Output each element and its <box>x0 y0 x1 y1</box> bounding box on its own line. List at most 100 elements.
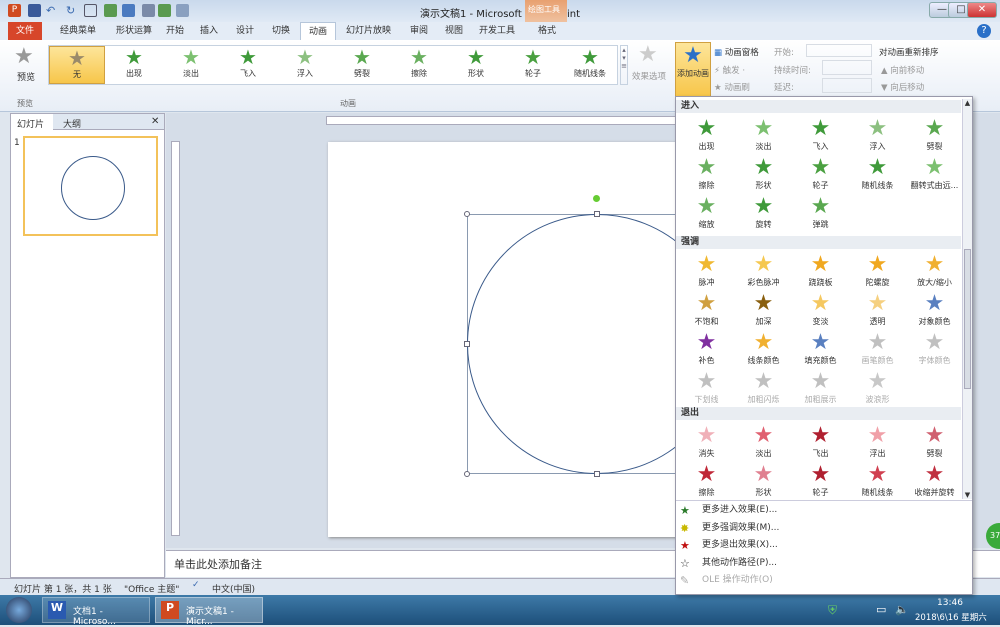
gallery-item[interactable]: ★ 飞入 <box>220 46 276 84</box>
effect-item[interactable]: ★ 淡出 <box>735 117 792 152</box>
clock-date[interactable]: 2018\6\16 星期六 <box>915 611 987 623</box>
tab-4[interactable]: 插入 <box>192 22 226 40</box>
effect-item[interactable]: ★ 填充颜色 <box>792 331 849 366</box>
close-panel-button[interactable]: ✕ <box>151 116 159 127</box>
menu-command[interactable]: ★ 更多退出效果(X)... <box>676 537 972 554</box>
menu-command[interactable]: ★ 更多进入效果(E)... <box>676 502 972 519</box>
tab-8[interactable]: 幻灯片放映 <box>338 22 399 40</box>
start-select[interactable] <box>806 44 872 57</box>
effect-item[interactable]: ★ 补色 <box>678 331 735 366</box>
gallery-item[interactable]: ★ 擦除 <box>391 46 447 84</box>
effect-item[interactable]: ★ 放大/缩小 <box>906 253 963 288</box>
tab-7[interactable]: 动画 <box>300 22 337 40</box>
effect-item[interactable]: ★ 轮子 <box>792 463 849 498</box>
effect-options-button[interactable]: 效果选项 <box>632 70 666 82</box>
volume-tray-icon[interactable]: 🔈 <box>895 603 909 616</box>
effect-item[interactable]: ★ 飞入 <box>792 117 849 152</box>
tab-12[interactable]: 格式 <box>530 22 564 40</box>
effect-item[interactable]: ★ 淡出 <box>735 424 792 459</box>
effect-item[interactable]: ★ 变淡 <box>792 292 849 327</box>
effect-item[interactable]: ★ 消失 <box>678 424 735 459</box>
effect-item[interactable]: ★ 轮子 <box>792 156 849 191</box>
effect-item[interactable]: ★ 波浪形 <box>849 370 906 405</box>
effect-item[interactable]: ★ 缩放 <box>678 195 735 230</box>
resize-handle[interactable] <box>464 341 470 347</box>
network-tray-icon[interactable]: ▭ <box>876 603 886 616</box>
effect-item[interactable]: ★ 脉冲 <box>678 253 735 288</box>
tab-5[interactable]: 设计 <box>228 22 262 40</box>
menu-command[interactable]: ✸ 更多强调效果(M)... <box>676 520 972 537</box>
effect-item[interactable]: ★ 字体颜色 <box>906 331 963 366</box>
spellcheck-icon[interactable]: ✓ <box>192 580 200 590</box>
add-animation-button[interactable]: ★ 添加动画 <box>675 42 711 97</box>
gallery-item[interactable]: ★ 形状 <box>448 46 504 84</box>
effect-item[interactable]: ★ 擦除 <box>678 156 735 191</box>
tab-slides[interactable]: 幻灯片 <box>11 114 53 130</box>
effect-item[interactable]: ★ 浮入 <box>849 117 906 152</box>
effect-item[interactable]: ★ 加粗展示 <box>792 370 849 405</box>
menu-command[interactable]: ☆ 其他动作路径(P)... <box>676 555 972 572</box>
tab-2[interactable]: 形状运算 <box>108 22 160 40</box>
tab-11[interactable]: 开发工具 <box>471 22 523 40</box>
delay-spinner[interactable] <box>822 78 872 93</box>
tab-1[interactable]: 经典菜单 <box>52 22 104 40</box>
gallery-item[interactable]: ★ 出现 <box>106 46 162 84</box>
animation-pane-button[interactable]: ▦ 动画窗格 <box>714 46 759 58</box>
tab-0[interactable]: 文件 <box>8 22 43 40</box>
effect-item[interactable]: ★ 加深 <box>735 292 792 327</box>
duration-spinner[interactable] <box>822 60 872 75</box>
tab-10[interactable]: 视图 <box>437 22 471 40</box>
tab-9[interactable]: 审阅 <box>402 22 436 40</box>
gallery-item[interactable]: ★ 随机线条 <box>562 46 618 84</box>
resize-handle[interactable] <box>464 471 470 477</box>
resize-handle[interactable] <box>594 471 600 477</box>
preview-button[interactable]: 预览 <box>17 70 35 83</box>
effect-item[interactable]: ★ 出现 <box>678 117 735 152</box>
effect-item[interactable]: ★ 浮出 <box>849 424 906 459</box>
effect-item[interactable]: ★ 随机线条 <box>849 156 906 191</box>
effect-item[interactable]: ★ 飞出 <box>792 424 849 459</box>
tab-6[interactable]: 切换 <box>264 22 298 40</box>
effect-item[interactable]: ★ 收缩并旋转 <box>906 463 963 498</box>
effect-item[interactable]: ★ 彩色脉冲 <box>735 253 792 288</box>
effect-item[interactable]: ★ 加粗闪烁 <box>735 370 792 405</box>
effect-item[interactable]: ★ 透明 <box>849 292 906 327</box>
gallery-item[interactable]: ★ 轮子 <box>505 46 561 84</box>
menu-command[interactable]: ✎ OLE 操作动作(O) <box>676 572 972 589</box>
clock-time[interactable]: 13:46 <box>937 598 963 608</box>
rotate-handle[interactable] <box>593 195 600 202</box>
effect-item[interactable]: ★ 线条颜色 <box>735 331 792 366</box>
effect-item[interactable]: ★ 不饱和 <box>678 292 735 327</box>
effect-item[interactable]: ★ 擦除 <box>678 463 735 498</box>
gallery-item[interactable]: ★ 无 <box>49 46 105 84</box>
effect-item[interactable]: ★ 劈裂 <box>906 424 963 459</box>
gallery-item[interactable]: ★ 淡出 <box>163 46 219 84</box>
tab-outline[interactable]: 大纲 <box>63 117 81 130</box>
slide-thumbnail[interactable] <box>23 136 158 236</box>
tab-3[interactable]: 开始 <box>158 22 192 40</box>
move-earlier-button[interactable]: ▲ 向前移动 <box>881 64 924 76</box>
trigger-button[interactable]: ⚡ 触发 · <box>714 64 745 76</box>
resize-handle[interactable] <box>464 211 470 217</box>
start-button[interactable] <box>6 597 32 623</box>
effect-item[interactable]: ★ 陀螺旋 <box>849 253 906 288</box>
effect-item[interactable]: ★ 对象颜色 <box>906 292 963 327</box>
effect-item[interactable]: ★ 跷跷板 <box>792 253 849 288</box>
effect-item[interactable]: ★ 画笔颜色 <box>849 331 906 366</box>
effect-item[interactable]: ★ 形状 <box>735 156 792 191</box>
help-icon[interactable]: ? <box>977 24 991 38</box>
slide-canvas[interactable] <box>328 142 728 537</box>
move-later-button[interactable]: ▼ 向后移动 <box>881 81 924 93</box>
close-button[interactable]: ✕ <box>967 2 997 18</box>
dropdown-scrollbar[interactable]: ▲ ▼ <box>962 99 972 499</box>
gallery-item[interactable]: ★ 劈裂 <box>334 46 390 84</box>
animation-painter-button[interactable]: ★ 动画刷 <box>714 81 750 93</box>
effect-item[interactable]: ★ 翻转式由远... <box>906 156 963 191</box>
scrollbar-thumb[interactable] <box>964 249 971 389</box>
effect-item[interactable]: ★ 旋转 <box>735 195 792 230</box>
effect-item[interactable]: ★ 随机线条 <box>849 463 906 498</box>
security-tray-icon[interactable]: ⛨ <box>828 603 837 618</box>
effect-item[interactable]: ★ 下划线 <box>678 370 735 405</box>
gallery-scroll[interactable]: ▴ ▾ ≡ <box>620 45 628 85</box>
gallery-item[interactable]: ★ 浮入 <box>277 46 333 84</box>
